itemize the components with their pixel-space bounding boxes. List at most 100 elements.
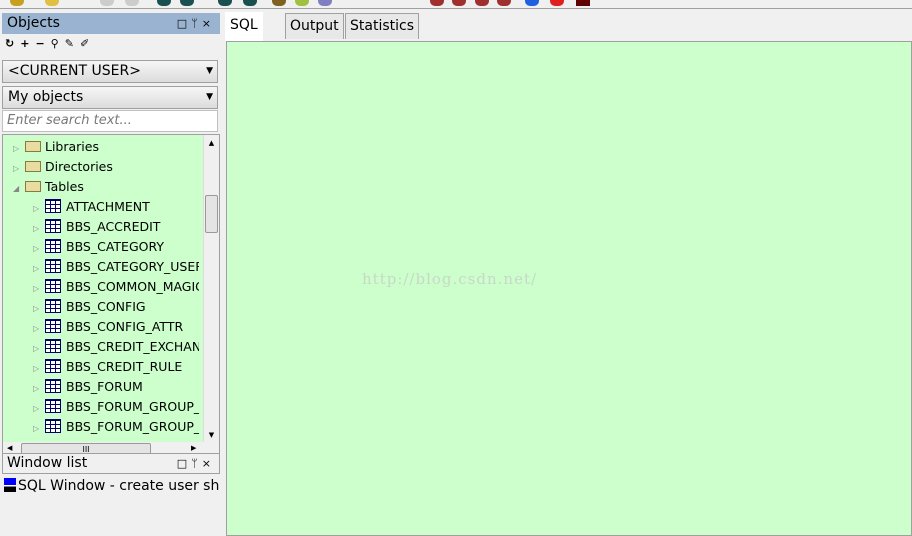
tree-item[interactable]: ◢ Tables xyxy=(13,177,199,197)
table-icon xyxy=(45,219,61,233)
toolbar-icon[interactable] xyxy=(218,0,232,6)
tree-item[interactable]: ▷ BBS_CREDIT_EXCHANGE xyxy=(33,337,199,357)
tree-item[interactable]: ▷ BBS_CREDIT_RULE xyxy=(33,357,199,377)
tab-statistics[interactable]: Statistics xyxy=(345,13,419,39)
toolbar-icon[interactable] xyxy=(525,0,539,6)
refresh-icon[interactable]: ↻ xyxy=(5,37,20,50)
user-select-value: <CURRENT USER> xyxy=(8,63,141,79)
tree-item-label: BBS_COMMON_MAGIC xyxy=(66,279,199,294)
table-icon xyxy=(45,399,61,413)
filter-edit-icon[interactable]: ✐ xyxy=(80,37,95,50)
tree-item[interactable]: ▷ BBS_ACCREDIT xyxy=(33,217,199,237)
panel-controls[interactable]: □ᛘ× xyxy=(177,14,215,33)
main-toolbar xyxy=(0,0,912,9)
toolbar-icon[interactable] xyxy=(550,0,564,6)
table-icon xyxy=(45,419,61,433)
scroll-thumb[interactable] xyxy=(205,195,218,233)
tree-item-label: BBS_FORUM_GROUP_RE xyxy=(66,399,199,414)
filter-select-value: My objects xyxy=(8,89,84,105)
filter-icon[interactable]: ✎ xyxy=(65,37,80,50)
tree-item-label: Directories xyxy=(45,159,113,174)
tree-item[interactable]: ▷ BBS_CATEGORY xyxy=(33,237,199,257)
expand-icon[interactable]: ▷ xyxy=(33,299,45,317)
sql-editor[interactable]: http://blog.csdn.net/ xyxy=(226,41,912,536)
tab-sql[interactable]: SQL xyxy=(225,12,263,41)
tree-item[interactable]: ▷ BBS_CONFIG_ATTR xyxy=(33,317,199,337)
toolbar-icon[interactable] xyxy=(475,0,489,6)
find-icon[interactable]: ⚲ xyxy=(51,37,65,50)
tab-output[interactable]: Output xyxy=(285,13,344,39)
table-icon xyxy=(45,239,61,253)
object-tree[interactable]: ▲ ▼ ◀ III ▶ ▷ Libraries ▷ Directories ◢ Table… xyxy=(2,134,220,459)
vertical-scrollbar[interactable]: ▲ ▼ xyxy=(203,135,219,443)
collapse-icon[interactable]: ◢ xyxy=(13,179,25,197)
expand-icon[interactable]: ▷ xyxy=(33,199,45,217)
toolbar-icon[interactable] xyxy=(180,0,194,6)
toolbar-icon[interactable] xyxy=(576,0,590,6)
tree-item-label: ATTACHMENT xyxy=(66,199,150,214)
scroll-up-icon[interactable]: ▲ xyxy=(204,139,219,147)
tree-item[interactable]: ▷ BBS_FORUM_GROUP_TO xyxy=(33,417,199,437)
window-list-title: Window list xyxy=(7,455,88,471)
toolbar-icon[interactable] xyxy=(497,0,511,6)
scroll-right-icon[interactable]: ▶ xyxy=(191,444,196,452)
table-icon xyxy=(45,339,61,353)
toolbar-icon[interactable] xyxy=(157,0,171,6)
scroll-left-icon[interactable]: ◀ xyxy=(7,444,12,452)
tree-item-label: Libraries xyxy=(45,139,99,154)
expand-icon[interactable]: ▷ xyxy=(33,359,45,377)
objects-panel: Objects □ᛘ× ↻+−⚲✎✐ <CURRENT USER> ▼ My ob… xyxy=(0,12,222,536)
expand-icon[interactable]: ▷ xyxy=(13,139,25,157)
tree-item[interactable]: ▷ Directories xyxy=(13,157,199,177)
objects-title: Objects xyxy=(7,15,60,31)
object-filter-select[interactable]: My objects ▼ xyxy=(2,86,218,109)
tree-item[interactable]: ▷ BBS_CATEGORY_USER xyxy=(33,257,199,277)
table-icon xyxy=(45,259,61,273)
expand-icon[interactable]: ▷ xyxy=(33,279,45,297)
tree-item-label: BBS_CONFIG_ATTR xyxy=(66,319,184,334)
tree-item[interactable]: ▷ BBS_CONFIG xyxy=(33,297,199,317)
expand-icon[interactable]: ▷ xyxy=(33,219,45,237)
tree-item-label: BBS_CATEGORY xyxy=(66,239,165,254)
folder-icon xyxy=(25,141,41,152)
tree-item[interactable]: ▷ BBS_FORUM xyxy=(33,377,199,397)
toolbar-icon[interactable] xyxy=(125,0,139,6)
tree-item-label: BBS_CONFIG xyxy=(66,299,146,314)
toolbar-icon[interactable] xyxy=(10,0,24,6)
toolbar-icon[interactable] xyxy=(272,0,286,6)
expand-icon[interactable]: ▷ xyxy=(33,339,45,357)
add-icon[interactable]: + xyxy=(20,37,35,50)
tree-item[interactable]: ▷ ATTACHMENT xyxy=(33,197,199,217)
search-input[interactable]: Enter search text... xyxy=(2,110,218,132)
expand-icon[interactable]: ▷ xyxy=(33,379,45,397)
objects-panel-header: Objects □ᛘ× xyxy=(2,13,220,34)
toolbar-icon[interactable] xyxy=(452,0,466,6)
tree-item[interactable]: ▷ Libraries xyxy=(13,137,199,157)
toolbar-icon[interactable] xyxy=(243,0,257,6)
tree-item[interactable]: ▷ BBS_COMMON_MAGIC xyxy=(33,277,199,297)
toolbar-icon[interactable] xyxy=(430,0,444,6)
panel-controls[interactable]: □ᛘ× xyxy=(177,454,215,473)
scroll-down-icon[interactable]: ▼ xyxy=(204,431,219,439)
toolbar-icon[interactable] xyxy=(295,0,309,6)
window-list-item-label: SQL Window - create user sh1( xyxy=(18,478,220,494)
toolbar-icon[interactable] xyxy=(318,0,332,6)
tree-item[interactable]: ▷ BBS_FORUM_GROUP_RE xyxy=(33,397,199,417)
remove-icon[interactable]: − xyxy=(35,37,50,50)
tree-item-label: BBS_FORUM xyxy=(66,379,143,394)
user-select[interactable]: <CURRENT USER> ▼ xyxy=(2,60,218,83)
expand-icon[interactable]: ▷ xyxy=(33,399,45,417)
expand-icon[interactable]: ▷ xyxy=(33,259,45,277)
chevron-down-icon: ▼ xyxy=(206,66,213,76)
expand-icon[interactable]: ▷ xyxy=(33,419,45,437)
expand-icon[interactable]: ▷ xyxy=(33,239,45,257)
table-icon xyxy=(45,199,61,213)
expand-icon[interactable]: ▷ xyxy=(13,159,25,177)
table-icon xyxy=(45,379,61,393)
toolbar-icon[interactable] xyxy=(45,0,59,6)
window-list-header: Window list □ᛘ× xyxy=(2,453,220,474)
tree-item-label: BBS_FORUM_GROUP_TO xyxy=(66,419,199,434)
toolbar-icon[interactable] xyxy=(100,0,114,6)
window-list-item[interactable]: SQL Window - create user sh1( xyxy=(4,478,220,494)
expand-icon[interactable]: ▷ xyxy=(33,319,45,337)
